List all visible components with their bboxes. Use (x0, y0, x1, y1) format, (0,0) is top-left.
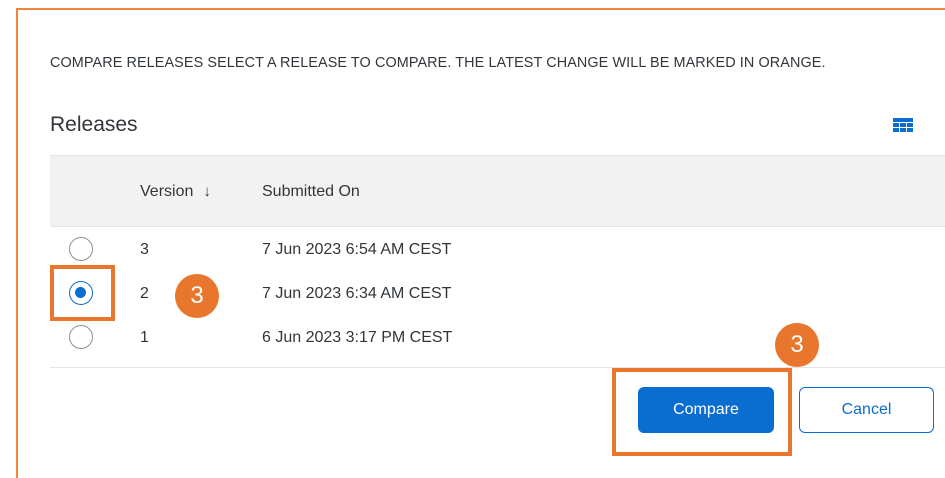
column-header-submitted-on[interactable]: Submitted On (262, 183, 360, 201)
release-radio-1[interactable] (69, 325, 93, 349)
table-settings-icon[interactable] (893, 118, 913, 133)
callout-step-badge-row: 3 (175, 274, 219, 318)
table-header: Version ↓ Submitted On (50, 155, 945, 227)
highlight-selected-radio (50, 265, 115, 321)
table-row[interactable]: 3 7 Jun 2023 6:54 AM CEST (50, 231, 945, 277)
cell-submitted-on: 6 Jun 2023 3:17 PM CEST (262, 329, 453, 346)
column-header-version[interactable]: Version ↓ (140, 183, 211, 201)
cell-version: 1 (140, 329, 149, 346)
cell-submitted-on: 7 Jun 2023 6:54 AM CEST (262, 241, 452, 258)
release-radio-3[interactable] (69, 237, 93, 261)
section-title-releases: Releases (50, 113, 138, 136)
dialog-title: COMPARE RELEASES SELECT A RELEASE TO COM… (50, 55, 826, 71)
cell-version: 3 (140, 241, 149, 258)
compare-button[interactable]: Compare (638, 387, 774, 433)
cell-version: 2 (140, 285, 149, 302)
callout-step-badge-button: 3 (775, 323, 819, 367)
sort-descending-icon: ↓ (203, 183, 211, 200)
column-header-version-label: Version (140, 183, 194, 200)
cell-submitted-on: 7 Jun 2023 6:34 AM CEST (262, 285, 452, 302)
cancel-button[interactable]: Cancel (799, 387, 934, 433)
